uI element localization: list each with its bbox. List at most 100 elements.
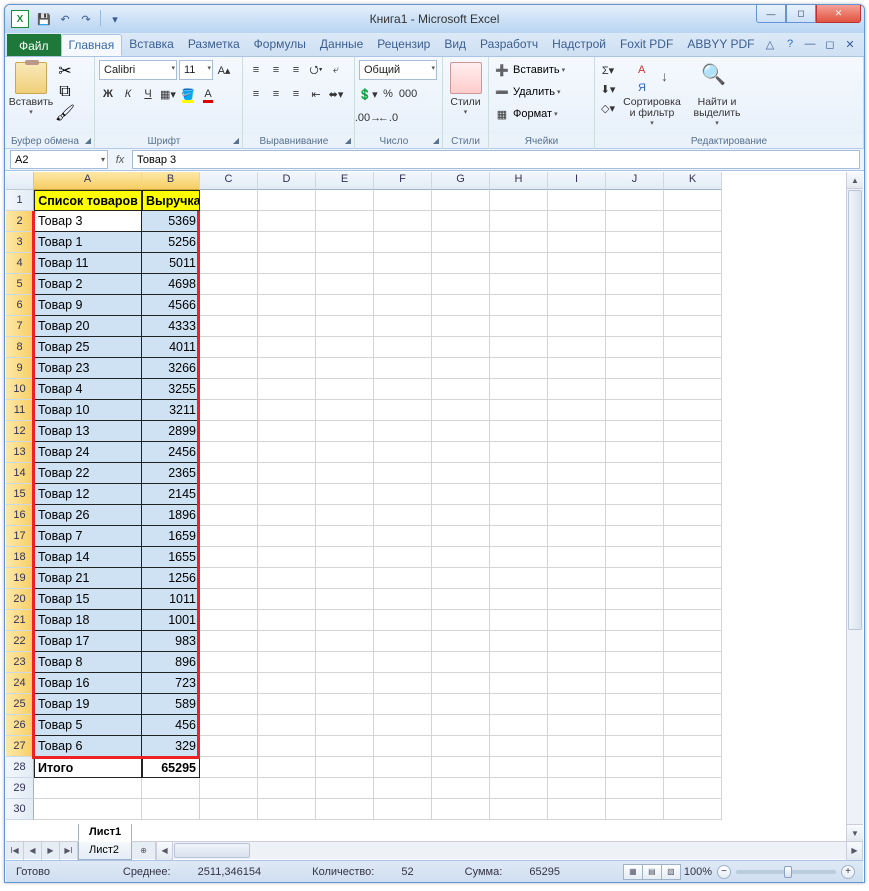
row-header[interactable]: 7	[6, 316, 34, 337]
cell[interactable]	[258, 610, 316, 631]
wrap-icon[interactable]: ⤶	[327, 61, 345, 79]
row-header[interactable]: 12	[6, 421, 34, 442]
cell[interactable]: 5011	[142, 253, 200, 274]
cell[interactable]	[664, 316, 722, 337]
sort-filter-button[interactable]: АЯ↓ Сортировка и фильтр ▾	[619, 59, 685, 135]
column-header[interactable]: J	[606, 172, 664, 190]
cell[interactable]	[606, 379, 664, 400]
cell[interactable]	[664, 610, 722, 631]
column-header[interactable]: F	[374, 172, 432, 190]
ribbon-tab-8[interactable]: Надстрой	[545, 34, 613, 56]
italic-button[interactable]: К	[119, 85, 137, 103]
cell[interactable]: Товар 9	[34, 295, 142, 316]
cell[interactable]	[258, 295, 316, 316]
scroll-right-icon[interactable]: ▶	[846, 842, 863, 860]
cell[interactable]: 1011	[142, 589, 200, 610]
cell[interactable]	[432, 484, 490, 505]
cell[interactable]	[664, 505, 722, 526]
ribbon-tab-0[interactable]: Главная	[61, 34, 123, 56]
cell[interactable]	[374, 190, 432, 211]
cell[interactable]	[374, 232, 432, 253]
cell[interactable]	[606, 442, 664, 463]
number-format-combo[interactable]: Общий▾	[359, 60, 437, 80]
cell[interactable]	[432, 253, 490, 274]
cell[interactable]	[606, 463, 664, 484]
cell[interactable]	[548, 547, 606, 568]
cell[interactable]: Товар 21	[34, 568, 142, 589]
prev-sheet-icon[interactable]: ◀	[24, 842, 42, 860]
cell[interactable]	[432, 400, 490, 421]
cell[interactable]: 4566	[142, 295, 200, 316]
cell[interactable]	[374, 568, 432, 589]
cell[interactable]	[548, 694, 606, 715]
cell[interactable]	[374, 778, 432, 799]
row-header[interactable]: 10	[6, 379, 34, 400]
cell[interactable]: Товар 22	[34, 463, 142, 484]
cell[interactable]	[432, 736, 490, 757]
cell[interactable]	[664, 400, 722, 421]
cell[interactable]	[664, 715, 722, 736]
cell[interactable]	[258, 673, 316, 694]
delete-cells-icon[interactable]: ➖	[493, 83, 511, 101]
name-box[interactable]: A2▾	[10, 150, 108, 169]
cell[interactable]	[34, 778, 142, 799]
format-cells-icon[interactable]: ▦	[493, 105, 511, 123]
cell[interactable]	[432, 757, 490, 778]
cell[interactable]	[490, 778, 548, 799]
mdi-minimize-icon[interactable]: —	[802, 36, 818, 52]
column-header[interactable]: K	[664, 172, 722, 190]
save-icon[interactable]: 💾	[35, 10, 53, 28]
cell[interactable]	[258, 757, 316, 778]
column-header[interactable]: A	[34, 172, 142, 190]
last-sheet-icon[interactable]: ▶I	[60, 842, 78, 860]
cell[interactable]	[200, 211, 258, 232]
row-header[interactable]: 6	[6, 295, 34, 316]
cell[interactable]	[200, 316, 258, 337]
row-header[interactable]: 3	[6, 232, 34, 253]
font-size-combo[interactable]: 11▾	[179, 60, 213, 80]
cell[interactable]	[316, 715, 374, 736]
cell[interactable]: 456	[142, 715, 200, 736]
cell[interactable]	[258, 358, 316, 379]
cell[interactable]	[664, 589, 722, 610]
cell[interactable]	[606, 694, 664, 715]
cell[interactable]: 5256	[142, 232, 200, 253]
cell[interactable]	[606, 505, 664, 526]
cell[interactable]: Товар 15	[34, 589, 142, 610]
cell[interactable]	[548, 652, 606, 673]
zoom-out-button[interactable]: −	[717, 865, 731, 879]
cell[interactable]: Товар 14	[34, 547, 142, 568]
mdi-restore-icon[interactable]: ◻	[822, 36, 838, 52]
ribbon-tab-1[interactable]: Вставка	[122, 34, 181, 56]
minimize-ribbon-icon[interactable]: △	[762, 36, 778, 52]
dialog-launcher-icon[interactable]: ◢	[345, 136, 351, 145]
cell[interactable]	[606, 358, 664, 379]
cell[interactable]	[432, 778, 490, 799]
cell[interactable]	[606, 757, 664, 778]
row-header[interactable]: 4	[6, 253, 34, 274]
cell[interactable]	[606, 778, 664, 799]
copy-icon[interactable]: ⧉	[55, 82, 75, 102]
cell[interactable]	[490, 190, 548, 211]
cell[interactable]	[316, 610, 374, 631]
cell[interactable]: 723	[142, 673, 200, 694]
cell[interactable]	[606, 421, 664, 442]
new-sheet-icon[interactable]: ⊕	[132, 842, 156, 860]
grow-font-icon[interactable]: A▴	[215, 61, 233, 79]
find-select-button[interactable]: 🔍 Найти и выделить ▾	[687, 59, 747, 135]
cell[interactable]	[490, 547, 548, 568]
cell[interactable]	[258, 652, 316, 673]
cell[interactable]	[664, 799, 722, 820]
cell[interactable]	[432, 358, 490, 379]
cell[interactable]	[200, 610, 258, 631]
cell[interactable]	[200, 526, 258, 547]
format-painter-icon[interactable]: 🖌	[55, 103, 75, 123]
font-color-icon[interactable]: A	[199, 85, 217, 103]
cell[interactable]	[490, 421, 548, 442]
cell[interactable]	[548, 526, 606, 547]
cell[interactable]	[664, 232, 722, 253]
cell[interactable]	[490, 715, 548, 736]
cell[interactable]	[258, 337, 316, 358]
cell[interactable]	[490, 211, 548, 232]
cut-icon[interactable]: ✂	[55, 61, 75, 81]
